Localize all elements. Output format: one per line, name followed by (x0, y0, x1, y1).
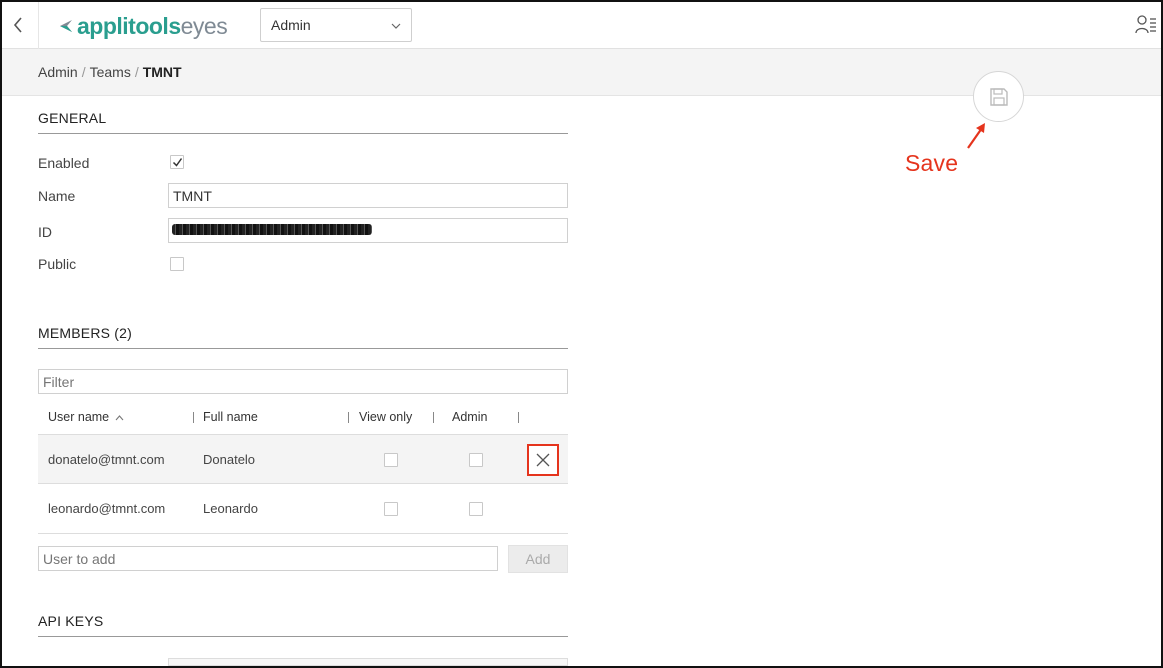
table-row[interactable]: donatelo@tmnt.com Donatelo (38, 434, 568, 484)
logo-product: eyes (180, 13, 228, 39)
column-separator (193, 412, 194, 423)
redacted-id-value (172, 224, 372, 235)
breadcrumb-separator: / (134, 64, 139, 80)
close-icon (536, 453, 550, 467)
public-checkbox[interactable] (170, 257, 184, 271)
save-button[interactable] (973, 71, 1024, 122)
view-only-checkbox[interactable] (384, 502, 398, 516)
column-separator (433, 412, 434, 423)
breadcrumb-separator: / (81, 64, 86, 80)
checkmark-icon (172, 158, 183, 167)
row-full-name: Donatelo (203, 452, 256, 467)
applitools-logo-icon (60, 20, 72, 32)
logo: applitoolseyes (58, 11, 228, 41)
api-key-row-cutoff (38, 658, 568, 666)
top-bar: applitoolseyes Admin (2, 2, 1161, 49)
user-to-add-input[interactable] (38, 546, 498, 571)
org-select-value: Admin (271, 17, 311, 33)
chevron-down-icon (391, 23, 401, 29)
save-annotation: Save (905, 150, 959, 176)
breadcrumb-teams[interactable]: Teams (90, 64, 131, 80)
enabled-label: Enabled (38, 155, 90, 171)
members-section-title: MEMBERS (2) (38, 325, 568, 349)
public-label: Public (38, 256, 77, 272)
admin-checkbox[interactable] (469, 502, 483, 516)
column-header-view-only[interactable]: View only (359, 410, 412, 424)
annotation-arrow-icon (967, 123, 985, 149)
column-header-user-name[interactable]: User name (48, 410, 124, 424)
members-filter-input[interactable] (38, 369, 568, 394)
row-user-name: leonardo@tmnt.com (48, 501, 166, 516)
add-user-button[interactable]: Add (508, 545, 568, 573)
enabled-checkbox[interactable] (170, 155, 184, 169)
column-separator (518, 412, 519, 423)
column-header-admin[interactable]: Admin (452, 410, 487, 424)
column-header-full-name[interactable]: Full name (203, 410, 258, 424)
api-key-field[interactable] (168, 658, 568, 666)
view-only-checkbox[interactable] (384, 453, 398, 467)
table-row[interactable]: leonardo@tmnt.com Leonardo (38, 484, 568, 534)
id-label: ID (38, 224, 52, 240)
row-user-name: donatelo@tmnt.com (48, 452, 165, 467)
general-section-title: GENERAL (38, 110, 568, 134)
api-keys-section-title: API KEYS (38, 613, 568, 637)
org-select[interactable]: Admin (260, 8, 412, 42)
name-input[interactable] (168, 183, 568, 208)
chevron-left-icon (13, 17, 22, 33)
user-list-icon[interactable] (1135, 14, 1157, 36)
column-header-user-name-label: User name (48, 410, 110, 424)
chevron-up-icon (115, 415, 124, 421)
floppy-disk-icon (990, 88, 1008, 106)
row-full-name: Leonardo (203, 501, 258, 516)
breadcrumb-current: TMNT (142, 64, 182, 80)
admin-checkbox[interactable] (469, 453, 483, 467)
remove-member-button[interactable] (527, 444, 559, 476)
name-label: Name (38, 188, 76, 204)
back-button[interactable] (2, 2, 39, 49)
logo-brand: applitools (77, 13, 181, 39)
breadcrumb-admin[interactable]: Admin (38, 64, 78, 80)
column-separator (348, 412, 349, 423)
